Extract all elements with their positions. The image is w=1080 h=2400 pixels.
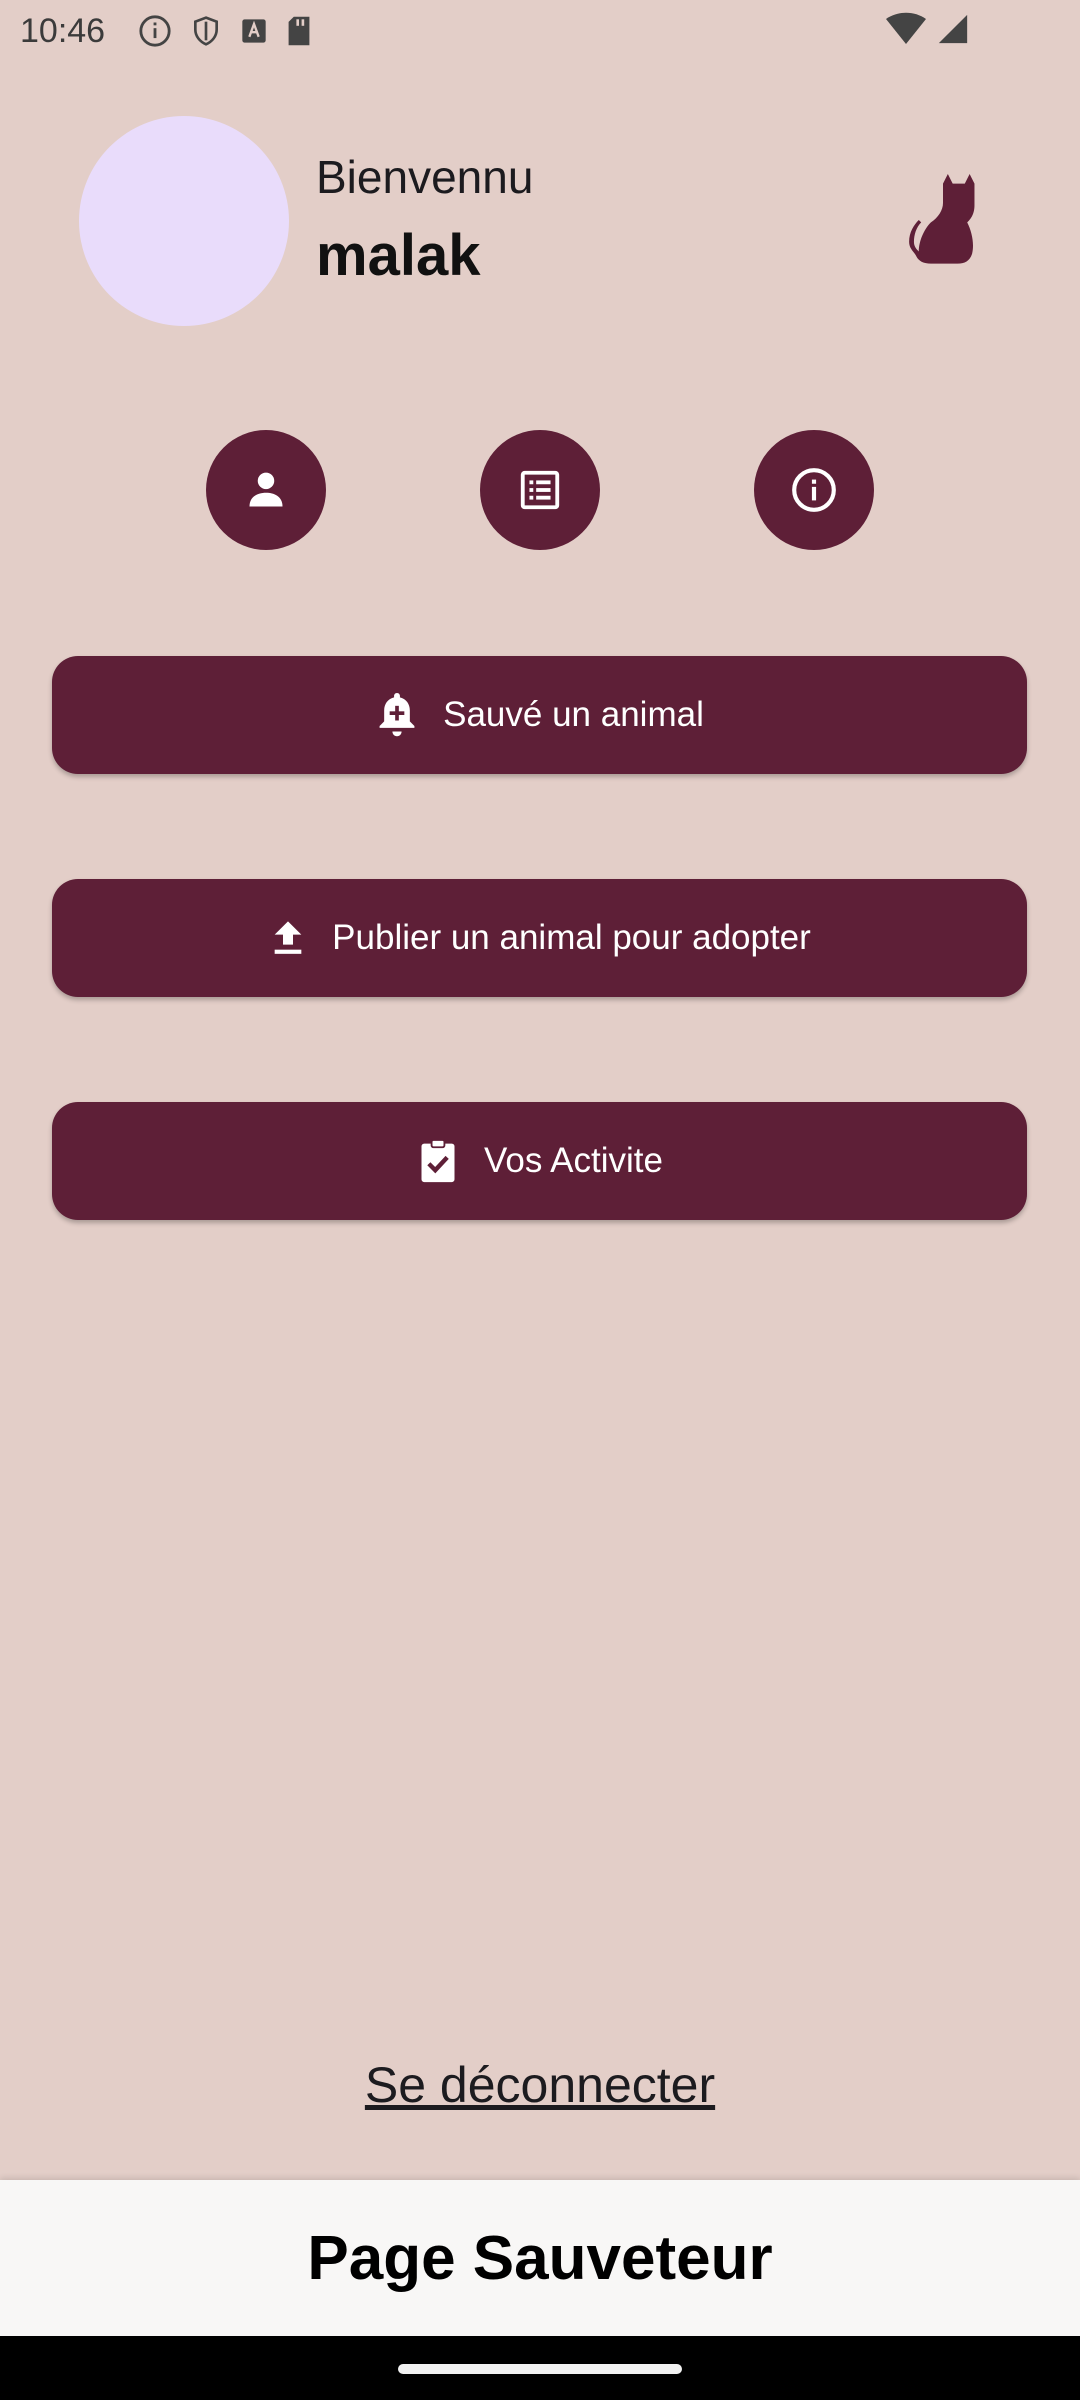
- greeting-text: Bienvennu: [316, 151, 534, 203]
- username: malak: [316, 223, 481, 288]
- home-gesture-handle[interactable]: [398, 2364, 682, 2374]
- list-button[interactable]: [480, 430, 600, 550]
- avatar[interactable]: [79, 116, 289, 326]
- save-animal-label: Sauvé un animal: [443, 695, 704, 734]
- bottom-bar: Page Sauveteur: [0, 2180, 1080, 2336]
- profile-button[interactable]: [206, 430, 326, 550]
- a-status-icon: [242, 19, 266, 43]
- status-bar: 10:46: [0, 0, 1080, 64]
- publish-adoption-button[interactable]: Publier un animal pour adopter: [52, 879, 1027, 997]
- status-icons: [138, 14, 312, 48]
- upload-icon: [274, 921, 302, 954]
- clipboard-check-icon: [421, 1139, 455, 1183]
- info-icon: [792, 468, 836, 512]
- sdcard-status-icon: [288, 16, 310, 46]
- page-title: Page Sauveteur: [307, 2223, 773, 2293]
- signal-icon: [938, 14, 968, 44]
- list-icon: [520, 470, 560, 510]
- info-button[interactable]: [754, 430, 874, 550]
- save-animal-button[interactable]: Sauvé un animal: [52, 656, 1027, 774]
- status-right-icons: [886, 12, 970, 46]
- cat-icon: [909, 174, 975, 264]
- bell-plus-icon: [379, 693, 415, 737]
- person-icon: [249, 472, 283, 507]
- info-status-icon: [139, 15, 171, 47]
- logout-link[interactable]: Se déconnecter: [0, 2056, 1080, 2114]
- status-time: 10:46: [20, 12, 106, 50]
- shield-status-icon: [194, 16, 218, 46]
- publish-adoption-label: Publier un animal pour adopter: [332, 918, 811, 957]
- your-activities-label: Vos Activite: [484, 1141, 663, 1180]
- wifi-icon: [886, 12, 926, 44]
- your-activities-button[interactable]: Vos Activite: [52, 1102, 1027, 1220]
